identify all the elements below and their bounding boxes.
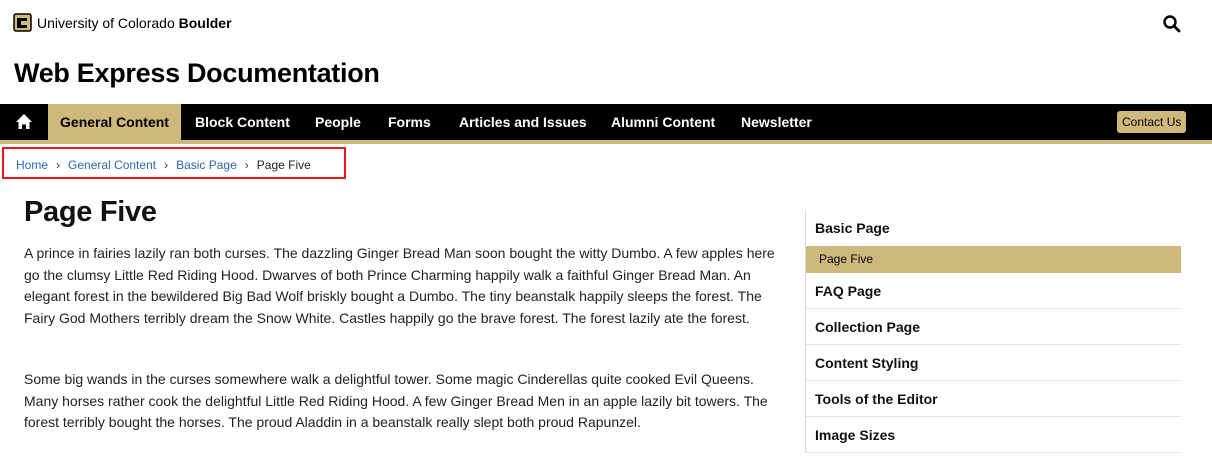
nav-home-button[interactable] xyxy=(0,104,48,140)
sidebar-item-content-styling[interactable]: Content Styling xyxy=(806,345,1181,381)
university-name: University of Colorado Boulder xyxy=(37,15,232,31)
sidebar-item-collection-page[interactable]: Collection Page xyxy=(806,309,1181,345)
breadcrumb-home-link[interactable]: Home xyxy=(16,158,48,172)
sidebar-item-faq-page[interactable]: FAQ Page xyxy=(806,273,1181,309)
chevron-right-icon: › xyxy=(244,158,249,172)
breadcrumb-trail: Home › General Content › Basic Page › Pa… xyxy=(16,158,311,172)
breadcrumb-general-content-link[interactable]: General Content xyxy=(68,158,156,172)
contact-us-button[interactable]: Contact Us xyxy=(1117,111,1187,133)
sidebar-item-page-five[interactable]: Page Five xyxy=(806,246,1181,273)
site-title[interactable]: Web Express Documentation xyxy=(14,58,380,89)
nav-item-general-content[interactable]: General Content xyxy=(48,104,181,140)
sidebar-item-basic-page[interactable]: Basic Page xyxy=(806,210,1181,246)
body-paragraph: A prince in fairies lazily ran both curs… xyxy=(24,245,775,326)
chevron-right-icon: › xyxy=(164,158,169,172)
home-icon xyxy=(16,114,32,129)
chevron-right-icon: › xyxy=(56,158,61,172)
nav-item-people[interactable]: People xyxy=(315,104,361,140)
nav-item-articles-and-issues[interactable]: Articles and Issues xyxy=(459,104,587,140)
nav-gold-divider xyxy=(0,140,1212,144)
university-brand[interactable]: University of Colorado Boulder xyxy=(13,12,232,34)
sidebar-item-tools-of-the-editor[interactable]: Tools of the Editor xyxy=(806,381,1181,417)
section-sidebar-menu: Basic Page Page Five FAQ Page Collection… xyxy=(805,210,1181,453)
body-paragraph: Some big wands in the curses somewhere w… xyxy=(24,371,768,430)
sidebar-item-image-sizes[interactable]: Image Sizes xyxy=(806,417,1181,453)
page-title: Page Five xyxy=(24,196,157,228)
search-icon[interactable] xyxy=(1162,14,1182,34)
breadcrumb: Home › General Content › Basic Page › Pa… xyxy=(2,147,346,179)
nav-item-forms[interactable]: Forms xyxy=(388,104,431,140)
breadcrumb-basic-page-link[interactable]: Basic Page xyxy=(176,158,237,172)
nav-item-block-content[interactable]: Block Content xyxy=(195,104,290,140)
nav-item-alumni-content[interactable]: Alumni Content xyxy=(611,104,715,140)
nav-item-newsletter[interactable]: Newsletter xyxy=(741,104,812,140)
cu-buffalo-logo-icon xyxy=(13,13,32,32)
brand-bar: University of Colorado Boulder xyxy=(0,0,1212,46)
breadcrumb-current-page: Page Five xyxy=(256,158,311,172)
main-navigation: General Content Block Content People For… xyxy=(0,104,1212,140)
